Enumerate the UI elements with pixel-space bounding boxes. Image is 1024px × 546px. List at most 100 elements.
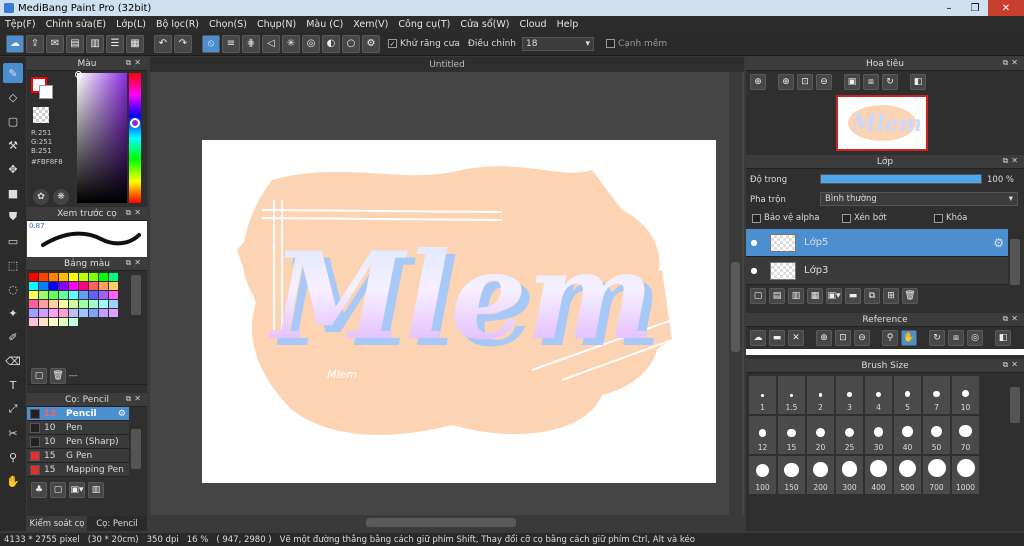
menu-color[interactable]: Màu (C) — [301, 19, 348, 30]
brush-size-cell[interactable]: 12 — [748, 415, 777, 455]
palette-swatch[interactable] — [99, 273, 108, 281]
panel-controls-icon[interactable]: ⧉✕ — [126, 258, 144, 268]
reference-eyedropper-icon[interactable]: ⚲ — [882, 330, 898, 346]
palette-swatch[interactable] — [79, 273, 88, 281]
soft-edge-toggle[interactable]: Cạnh mềm — [605, 39, 667, 49]
palette-swatch[interactable] — [89, 282, 98, 290]
panel-controls-icon[interactable]: ⧉✕ — [126, 208, 144, 218]
eraser-tool-icon[interactable]: ◇ — [3, 87, 23, 107]
palette-swatch[interactable] — [79, 282, 88, 290]
palette-swatch[interactable] — [39, 282, 48, 290]
chat-icon[interactable]: ✉ — [46, 34, 64, 53]
panel-controls-icon[interactable]: ⧉✕ — [1003, 314, 1021, 324]
canvas-vscroll[interactable] — [729, 72, 742, 515]
panel-controls-icon[interactable]: ⧉✕ — [1003, 156, 1021, 166]
circle-snap-icon[interactable]: ◎ — [302, 34, 320, 53]
menu-help[interactable]: Help — [552, 19, 584, 30]
palette-swatch[interactable] — [59, 300, 68, 308]
layer-row[interactable]: ● Lớp5 ⚙ — [746, 229, 1008, 257]
protect-alpha-toggle[interactable]: Bảo vệ alpha — [752, 213, 819, 223]
bucket-tool-icon[interactable]: ⛊ — [3, 207, 23, 227]
duplicate-layer-icon[interactable]: ⧉ — [864, 288, 880, 304]
panel-controls-icon[interactable]: ⧉✕ — [126, 58, 144, 68]
grid-icon[interactable]: ▦ — [126, 34, 144, 53]
new-8bit-layer-icon[interactable]: ▥ — [788, 288, 804, 304]
palette-swatch[interactable] — [49, 309, 58, 317]
brush-size-cell[interactable]: 2 — [806, 375, 835, 415]
palette-swatch[interactable] — [69, 273, 78, 281]
palette-swatch[interactable] — [79, 300, 88, 308]
navigator-preview[interactable]: Mlem — [746, 93, 1024, 155]
canvas-hscroll[interactable] — [150, 516, 729, 529]
menu-cloud[interactable]: Cloud — [514, 19, 551, 30]
menu-snap[interactable]: Chụp(N) — [252, 19, 301, 30]
layer-row[interactable]: ● Lớp3 — [746, 257, 1008, 285]
palette-swatch[interactable] — [29, 273, 38, 281]
transparent-swatch[interactable] — [33, 107, 49, 123]
new-brush-icon[interactable]: ▢ — [50, 482, 66, 498]
reference-open-folder-icon[interactable]: ▬ — [769, 330, 785, 346]
layer-scrollbar[interactable] — [1010, 239, 1020, 285]
palette-swatch[interactable] — [29, 309, 38, 317]
color-set-icon[interactable]: ❋ — [53, 189, 69, 205]
menu-tools[interactable]: Công cụ(T) — [393, 19, 455, 30]
snap-off-icon[interactable]: ⦸ — [202, 34, 220, 53]
palette-swatch[interactable] — [29, 300, 38, 308]
menu-window[interactable]: Cửa sổ(W) — [455, 19, 514, 30]
palette-swatch[interactable] — [99, 291, 108, 299]
brush-size-cell[interactable]: 1 — [748, 375, 777, 415]
tab-brush-control[interactable]: Kiểm soát cọ — [27, 516, 87, 531]
menu-select[interactable]: Chọn(S) — [204, 19, 252, 30]
color-picker-cursor[interactable] — [75, 71, 82, 78]
palette-swatch[interactable] — [69, 309, 78, 317]
saturation-value-picker[interactable] — [77, 73, 127, 203]
palette-swatch[interactable] — [39, 300, 48, 308]
minimize-button[interactable]: – — [936, 0, 962, 16]
palette-swatch[interactable] — [59, 309, 68, 317]
reference-flip-icon[interactable]: ◧ — [995, 330, 1011, 346]
add-layer-menu-icon[interactable]: ▣▾ — [826, 288, 842, 304]
clip-toggle[interactable]: Xén bớt — [842, 213, 887, 223]
layer-settings-gear-icon[interactable]: ⚙ — [993, 236, 1004, 250]
hue-slider-handle[interactable] — [130, 118, 140, 128]
palette-swatch[interactable] — [59, 273, 68, 281]
reference-open-cloud-icon[interactable]: ☁ — [750, 330, 766, 346]
palette-swatch[interactable] — [39, 309, 48, 317]
palette-swatch[interactable] — [89, 309, 98, 317]
brush-item[interactable]: 10 Pen (Sharp) — [27, 435, 129, 449]
brush-settings-gear-icon[interactable]: ⚙ — [118, 409, 126, 419]
hand-tool-icon[interactable]: ✋ — [3, 471, 23, 491]
palette-swatch[interactable] — [109, 291, 118, 299]
brush-size-cell[interactable]: 300 — [835, 455, 864, 495]
eye-visibility-icon[interactable]: ● — [746, 238, 762, 247]
brush-scrollbar[interactable] — [131, 429, 141, 469]
brush-size-cell[interactable]: 700 — [922, 455, 951, 495]
correction-select[interactable]: 18 ▾ — [521, 36, 594, 51]
fit-icon[interactable]: ⊡ — [797, 74, 813, 90]
reference-reset-icon[interactable]: ◎ — [967, 330, 983, 346]
radial-snap-icon[interactable]: ✳ — [282, 34, 300, 53]
palette-swatch[interactable] — [69, 318, 78, 326]
palette-swatch[interactable] — [69, 300, 78, 308]
tab-brush[interactable]: Cọ: Pencil — [87, 516, 147, 531]
zoom-in-alt-icon[interactable]: ⊕ — [778, 74, 794, 90]
palette-swatch[interactable] — [89, 273, 98, 281]
reference-zoom-in-icon[interactable]: ⊕ — [816, 330, 832, 346]
menu-filter[interactable]: Bộ lọc(R) — [151, 19, 204, 30]
palette-swatch[interactable] — [29, 318, 38, 326]
undo-icon[interactable]: ↶ — [154, 34, 172, 53]
reference-fit-window-icon[interactable]: ⧈ — [948, 330, 964, 346]
brush-size-cell[interactable]: 20 — [806, 415, 835, 455]
palette-swatch[interactable] — [29, 291, 38, 299]
lasso-tool-icon[interactable]: ◌ — [3, 279, 23, 299]
palette-swatch[interactable] — [39, 291, 48, 299]
text-tool-icon[interactable]: T — [3, 375, 23, 395]
palette-swatch[interactable] — [59, 291, 68, 299]
palette-scrollbar[interactable] — [131, 275, 141, 315]
share-icon[interactable]: ⇪ — [26, 34, 44, 53]
palette-swatch[interactable] — [49, 291, 58, 299]
palette-swatch[interactable] — [89, 300, 98, 308]
rotate-icon[interactable]: ↻ — [882, 74, 898, 90]
brush-item[interactable]: 15 G Pen — [27, 449, 129, 463]
palette-swatch[interactable] — [39, 318, 48, 326]
